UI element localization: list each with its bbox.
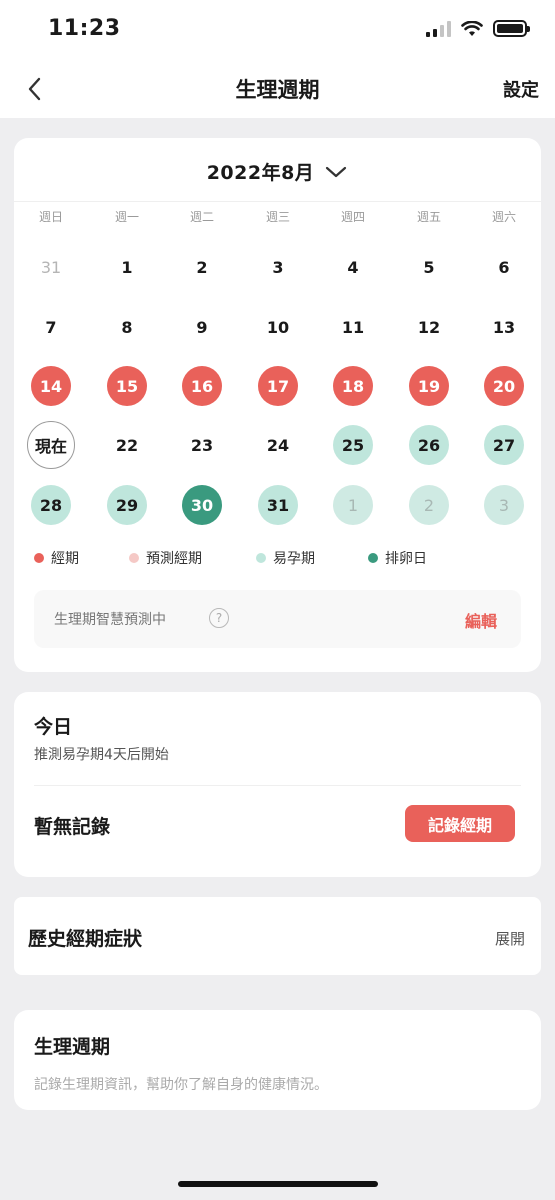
calendar-day[interactable]: 13 — [484, 307, 524, 347]
calendar-day[interactable]: 22 — [107, 425, 147, 465]
prediction-status: 生理期智慧預測中 — [54, 612, 166, 628]
weekday-label: 週日 — [38, 210, 63, 224]
prediction-box: 生理期智慧預測中 ? 編輯 — [34, 590, 521, 648]
legend-label: 易孕期 — [273, 551, 315, 567]
cellular-signal-icon — [426, 20, 451, 37]
month-selector[interactable]: 2022年8月 — [14, 158, 541, 185]
weekday-label: 週三 — [265, 210, 290, 224]
record-period-button[interactable]: 記錄經期 — [405, 805, 515, 842]
chevron-down-icon — [326, 166, 347, 177]
calendar-day-fertile[interactable]: 31 — [258, 485, 298, 525]
calendar-legend: 經期 預測經期 易孕期 排卵日 — [34, 548, 524, 570]
divider — [14, 201, 541, 202]
calendar-day[interactable]: 8 — [107, 307, 147, 347]
calendar-day[interactable]: 12 — [409, 307, 449, 347]
calendar-day-fertile[interactable]: 3 — [484, 485, 524, 525]
wifi-icon — [461, 20, 483, 36]
status-icons — [426, 20, 530, 37]
battery-icon — [493, 20, 530, 37]
calendar-day-today[interactable]: 現在 — [27, 421, 75, 469]
nav-bar: 生理週期 設定 — [0, 60, 555, 118]
calendar-day[interactable]: 5 — [409, 247, 449, 287]
status-bar: 11:23 — [0, 0, 555, 60]
calendar-day-fertile[interactable]: 29 — [107, 485, 147, 525]
weekday-label: 週二 — [189, 210, 214, 224]
today-card: 今日 推測易孕期4天后開始 暫無記錄 記錄經期 — [14, 692, 541, 877]
calendar-day-fertile[interactable]: 1 — [333, 485, 373, 525]
no-record-label: 暫無記錄 — [34, 816, 111, 838]
period-dot-icon — [34, 553, 44, 563]
calendar-day[interactable]: 11 — [333, 307, 373, 347]
legend-item-predicted-period: 預測經期 — [129, 548, 202, 568]
edit-button[interactable]: 編輯 — [465, 608, 497, 632]
history-title: 歷史經期症狀 — [28, 928, 143, 950]
status-time: 11:23 — [48, 16, 121, 41]
calendar-day-ovulation[interactable]: 30 — [182, 485, 222, 525]
calendar-day-fertile[interactable]: 27 — [484, 425, 524, 465]
expand-button[interactable]: 展開 — [495, 928, 525, 949]
divider — [34, 785, 521, 786]
calendar-day[interactable]: 9 — [182, 307, 222, 347]
weekday-header: 週日 週一 週二 週三 週四 週五 週六 — [14, 208, 541, 228]
calendar-day-fertile[interactable]: 26 — [409, 425, 449, 465]
weekday-label: 週一 — [114, 210, 139, 224]
calendar-day-period[interactable]: 20 — [484, 366, 524, 406]
home-indicator[interactable] — [178, 1181, 378, 1187]
calendar-day[interactable]: 10 — [258, 307, 298, 347]
calendar-day-period[interactable]: 17 — [258, 366, 298, 406]
calendar-day-period[interactable]: 18 — [333, 366, 373, 406]
calendar-day-fertile[interactable]: 28 — [31, 485, 71, 525]
calendar-day[interactable]: 4 — [333, 247, 373, 287]
calendar-day[interactable]: 3 — [258, 247, 298, 287]
info-title: 生理週期 — [34, 1036, 111, 1058]
weekday-label: 週六 — [491, 210, 516, 224]
calendar-day[interactable]: 7 — [31, 307, 71, 347]
calendar-day[interactable]: 6 — [484, 247, 524, 287]
month-label: 2022年8月 — [206, 162, 315, 184]
calendar-day[interactable]: 23 — [182, 425, 222, 465]
calendar-day-period[interactable]: 16 — [182, 366, 222, 406]
calendar-day[interactable]: 31 — [31, 247, 71, 287]
legend-label: 排卵日 — [385, 551, 427, 567]
ovulation-dot-icon — [368, 553, 378, 563]
settings-button[interactable]: 設定 — [503, 76, 539, 102]
today-title: 今日 — [34, 716, 73, 738]
page-title: 生理週期 — [235, 78, 320, 102]
calendar-day-period[interactable]: 15 — [107, 366, 147, 406]
calendar-card: 2022年8月 週日 週一 週二 週三 週四 週五 週六 31 1 2 3 4 … — [14, 138, 541, 672]
legend-item-period: 經期 — [34, 548, 79, 568]
legend-label: 預測經期 — [146, 551, 202, 567]
calendar-day[interactable]: 2 — [182, 247, 222, 287]
weekday-label: 週四 — [340, 210, 365, 224]
legend-item-fertile: 易孕期 — [256, 548, 315, 568]
calendar-day[interactable]: 1 — [107, 247, 147, 287]
help-icon[interactable]: ? — [209, 608, 229, 628]
calendar-day-fertile[interactable]: 25 — [333, 425, 373, 465]
history-card[interactable]: 歷史經期症狀 展開 — [14, 897, 541, 975]
fertile-dot-icon — [256, 553, 266, 563]
predicted-period-dot-icon — [129, 553, 139, 563]
legend-item-ovulation: 排卵日 — [368, 548, 427, 568]
calendar-day-period[interactable]: 19 — [409, 366, 449, 406]
calendar-day-period[interactable]: 14 — [31, 366, 71, 406]
info-description: 記錄生理期資訊，幫助你了解自身的健康情況。 — [34, 1077, 328, 1093]
info-card: 生理週期 記錄生理期資訊，幫助你了解自身的健康情況。 — [14, 1010, 541, 1110]
weekday-label: 週五 — [416, 210, 441, 224]
legend-label: 經期 — [51, 551, 79, 567]
calendar-day[interactable]: 24 — [258, 425, 298, 465]
calendar-day-fertile[interactable]: 2 — [409, 485, 449, 525]
today-subtitle: 推測易孕期4天后開始 — [34, 747, 169, 763]
